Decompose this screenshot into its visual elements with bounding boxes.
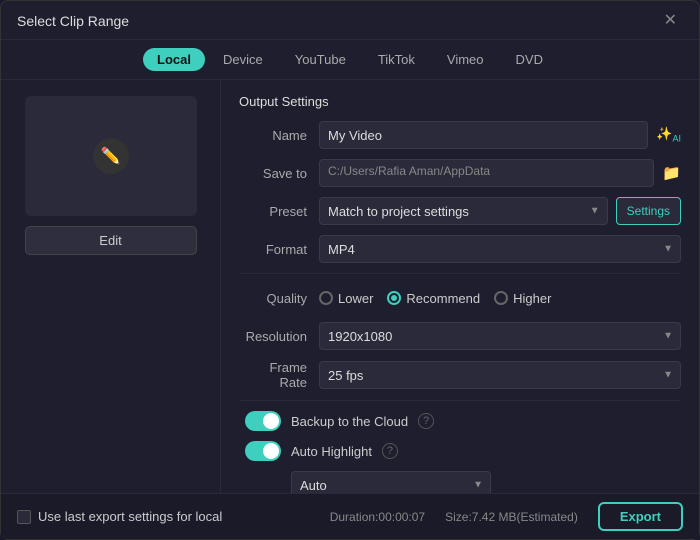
frame-rate-select[interactable]: 25 fps bbox=[319, 361, 681, 389]
use-last-settings[interactable]: Use last export settings for local bbox=[17, 509, 222, 524]
path-display: C:/Users/Rafia Aman/AppData bbox=[319, 159, 654, 187]
quality-higher[interactable]: Higher bbox=[494, 291, 551, 306]
auto-highlight-toggle[interactable] bbox=[245, 441, 281, 461]
divider-2 bbox=[239, 400, 681, 401]
quality-lower-label: Lower bbox=[338, 291, 373, 306]
auto-highlight-toggle-knob bbox=[263, 443, 279, 459]
quality-recommend[interactable]: Recommend bbox=[387, 291, 480, 306]
content-area: ✏️ Edit Output Settings Name ✨AI Save to… bbox=[1, 80, 699, 493]
resolution-select[interactable]: 1920x1080 bbox=[319, 322, 681, 350]
auto-highlight-label: Auto Highlight bbox=[291, 444, 372, 459]
name-control: ✨AI bbox=[319, 121, 681, 149]
preset-select[interactable]: Match to project settings bbox=[319, 197, 608, 225]
quality-higher-circle bbox=[494, 291, 508, 305]
edit-button[interactable]: Edit bbox=[25, 226, 197, 255]
format-row: Format MP4 ▼ bbox=[239, 235, 681, 263]
tab-device[interactable]: Device bbox=[209, 48, 277, 71]
backup-toggle-knob bbox=[263, 413, 279, 429]
resolution-row: Resolution 1920x1080 ▼ bbox=[239, 322, 681, 350]
resolution-select-wrap: 1920x1080 ▼ bbox=[319, 322, 681, 350]
tab-local[interactable]: Local bbox=[143, 48, 205, 71]
section-title: Output Settings bbox=[239, 94, 681, 109]
backup-row: Backup to the Cloud ? bbox=[239, 411, 681, 431]
name-label: Name bbox=[239, 128, 319, 143]
quality-higher-label: Higher bbox=[513, 291, 551, 306]
quality-radio-group: Lower Recommend Higher bbox=[319, 291, 551, 306]
format-select-wrap: MP4 ▼ bbox=[319, 235, 681, 263]
quality-recommend-circle bbox=[387, 291, 401, 305]
auto-highlight-help-icon[interactable]: ? bbox=[382, 443, 398, 459]
auto-select[interactable]: Auto bbox=[291, 471, 491, 493]
frame-rate-label: Frame Rate bbox=[239, 360, 319, 390]
backup-label: Backup to the Cloud bbox=[291, 414, 408, 429]
bottom-bar: Use last export settings for local Durat… bbox=[1, 493, 699, 539]
preset-control: Match to project settings ▼ Settings bbox=[319, 197, 681, 225]
use-last-checkbox[interactable] bbox=[17, 510, 31, 524]
ai-icon[interactable]: ✨AI bbox=[656, 126, 681, 144]
quality-row: Quality Lower Recommend High bbox=[239, 284, 681, 312]
backup-toggle[interactable] bbox=[245, 411, 281, 431]
edit-icon: ✏️ bbox=[93, 138, 129, 174]
save-to-label: Save to bbox=[239, 166, 319, 181]
save-to-control: C:/Users/Rafia Aman/AppData 📁 bbox=[319, 159, 681, 187]
video-thumbnail: ✏️ bbox=[25, 96, 197, 216]
folder-icon[interactable]: 📁 bbox=[662, 164, 681, 182]
right-panel: Output Settings Name ✨AI Save to C:/User… bbox=[221, 80, 699, 493]
close-button[interactable]: ✕ bbox=[658, 11, 683, 31]
use-last-label: Use last export settings for local bbox=[38, 509, 222, 524]
tab-tiktok[interactable]: TikTok bbox=[364, 48, 429, 71]
quality-recommend-label: Recommend bbox=[406, 291, 480, 306]
quality-control: Lower Recommend Higher bbox=[319, 291, 681, 306]
frame-rate-select-wrap: 25 fps ▼ bbox=[319, 361, 681, 389]
auto-highlight-row: Auto Highlight ? bbox=[239, 441, 681, 461]
auto-select-row: Auto ▼ bbox=[239, 471, 681, 493]
tab-dvd[interactable]: DVD bbox=[502, 48, 557, 71]
preset-label: Preset bbox=[239, 204, 319, 219]
quality-lower-circle bbox=[319, 291, 333, 305]
frame-rate-row: Frame Rate 25 fps ▼ bbox=[239, 360, 681, 390]
bottom-info: Duration:00:00:07 Size:7.42 MB(Estimated… bbox=[330, 502, 683, 531]
tab-vimeo[interactable]: Vimeo bbox=[433, 48, 498, 71]
size-text: Size:7.42 MB(Estimated) bbox=[445, 510, 578, 524]
preset-select-wrap: Match to project settings ▼ bbox=[319, 197, 608, 225]
resolution-label: Resolution bbox=[239, 329, 319, 344]
auto-select-wrap: Auto ▼ bbox=[291, 471, 491, 493]
backup-help-icon[interactable]: ? bbox=[418, 413, 434, 429]
name-row: Name ✨AI bbox=[239, 121, 681, 149]
dialog-title: Select Clip Range bbox=[17, 13, 129, 29]
left-panel: ✏️ Edit bbox=[1, 80, 221, 493]
format-control: MP4 ▼ bbox=[319, 235, 681, 263]
name-input[interactable] bbox=[319, 121, 648, 149]
export-button[interactable]: Export bbox=[598, 502, 683, 531]
tab-youtube[interactable]: YouTube bbox=[281, 48, 360, 71]
settings-button[interactable]: Settings bbox=[616, 197, 681, 225]
duration-text: Duration:00:00:07 bbox=[330, 510, 425, 524]
format-select[interactable]: MP4 bbox=[319, 235, 681, 263]
tabs-bar: Local Device YouTube TikTok Vimeo DVD bbox=[1, 40, 699, 80]
divider-1 bbox=[239, 273, 681, 274]
save-to-row: Save to C:/Users/Rafia Aman/AppData 📁 bbox=[239, 159, 681, 187]
quality-lower[interactable]: Lower bbox=[319, 291, 373, 306]
frame-rate-control: 25 fps ▼ bbox=[319, 361, 681, 389]
quality-label: Quality bbox=[239, 291, 319, 306]
resolution-control: 1920x1080 ▼ bbox=[319, 322, 681, 350]
preset-row: Preset Match to project settings ▼ Setti… bbox=[239, 197, 681, 225]
dialog: Select Clip Range ✕ Local Device YouTube… bbox=[0, 0, 700, 540]
title-bar: Select Clip Range ✕ bbox=[1, 1, 699, 40]
format-label: Format bbox=[239, 242, 319, 257]
